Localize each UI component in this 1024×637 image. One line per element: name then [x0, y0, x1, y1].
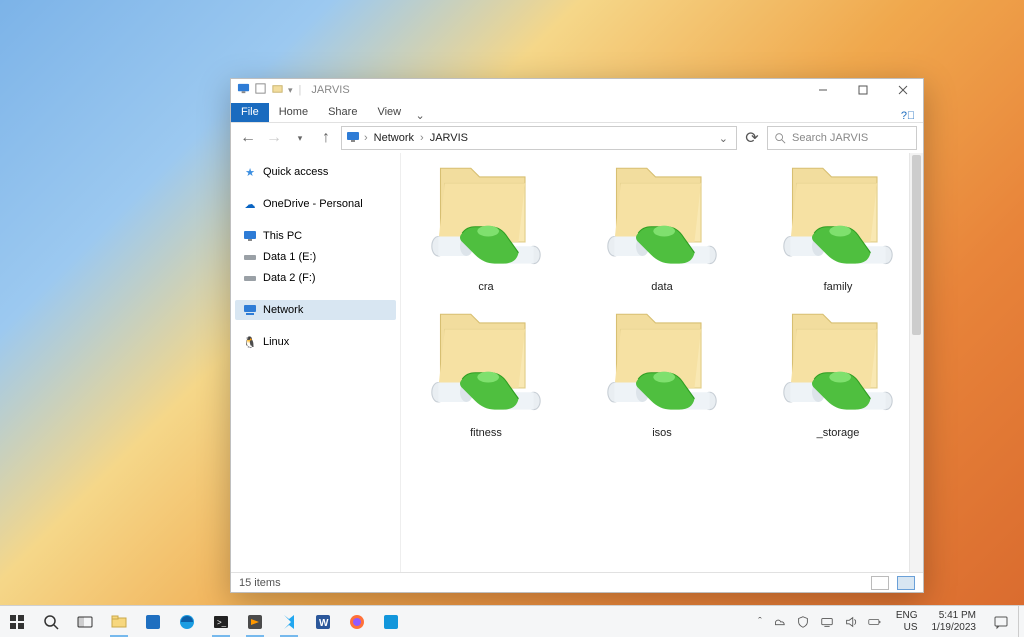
taskbar-edge[interactable]: [170, 606, 204, 637]
search-button[interactable]: [34, 606, 68, 637]
taskbar-firefox[interactable]: [340, 606, 374, 637]
explorer-window: ▾ | JARVIS File Home Share View ⌄ ?⃝ ← →…: [230, 78, 924, 593]
drive-icon: [243, 271, 257, 285]
address-dropdown-icon[interactable]: ⌄: [715, 132, 732, 145]
network-share-icon: [773, 157, 903, 277]
taskbar-terminal[interactable]: >_: [204, 606, 238, 637]
ribbon-expand-icon[interactable]: ⌄: [411, 109, 429, 122]
forward-button[interactable]: →: [263, 127, 285, 149]
taskbar-storeapp[interactable]: [136, 606, 170, 637]
nav-this-pc[interactable]: This PC: [235, 226, 396, 246]
linux-icon: 🐧: [243, 335, 257, 349]
item-label: data: [651, 281, 672, 293]
maximize-button[interactable]: [843, 79, 883, 101]
drive-icon: [243, 250, 257, 264]
svg-text:W: W: [319, 618, 329, 629]
nav-linux[interactable]: 🐧 Linux: [235, 332, 396, 352]
nav-onedrive[interactable]: ☁ OneDrive - Personal: [235, 194, 396, 214]
item-label: fitness: [470, 427, 502, 439]
window-title: JARVIS: [311, 84, 349, 96]
tray-battery-icon[interactable]: [868, 615, 882, 629]
action-center-button[interactable]: [984, 606, 1018, 637]
address-bar[interactable]: › Network › JARVIS ⌄: [341, 126, 737, 150]
help-icon[interactable]: ?⃝: [899, 110, 923, 122]
scrollbar-thumb[interactable]: [912, 155, 921, 335]
item-label: isos: [652, 427, 672, 439]
pc-icon: [243, 229, 257, 243]
tab-home[interactable]: Home: [269, 103, 318, 122]
tab-share[interactable]: Share: [318, 103, 367, 122]
show-desktop-button[interactable]: [1018, 606, 1024, 637]
network-share-icon: [597, 303, 727, 423]
tray-chevron-up-icon[interactable]: ˆ: [758, 616, 762, 628]
breadcrumb-network[interactable]: Network: [372, 132, 416, 144]
status-bar: 15 items: [231, 572, 923, 592]
up-button[interactable]: ↑: [315, 127, 337, 149]
share-item-isos[interactable]: isos: [591, 303, 733, 439]
task-view-button[interactable]: [68, 606, 102, 637]
qat-dropdown-icon[interactable]: ▾: [288, 85, 293, 96]
tab-view[interactable]: View: [367, 103, 411, 122]
qat-properties-icon[interactable]: [254, 82, 267, 98]
nav-data2[interactable]: Data 2 (F:): [235, 268, 396, 288]
share-item-fitness[interactable]: fitness: [415, 303, 557, 439]
share-item-family[interactable]: family: [767, 157, 909, 293]
network-share-icon: [421, 303, 551, 423]
qat-newfolder-icon[interactable]: [271, 82, 284, 98]
minimize-button[interactable]: [803, 79, 843, 101]
start-button[interactable]: [0, 606, 34, 637]
network-share-icon: [597, 157, 727, 277]
network-share-icon: [773, 303, 903, 423]
nav-network[interactable]: Network: [235, 300, 396, 320]
svg-text:>_: >_: [217, 618, 227, 627]
status-text: 15 items: [239, 577, 281, 589]
system-tray[interactable]: ˆ: [750, 615, 890, 629]
tray-onedrive-icon[interactable]: [772, 615, 786, 629]
search-placeholder: Search JARVIS: [792, 132, 868, 144]
taskbar-explorer[interactable]: [102, 606, 136, 637]
nav-pane: ★ Quick access ☁ OneDrive - Personal Thi…: [231, 153, 401, 572]
breadcrumb-jarvis[interactable]: JARVIS: [428, 132, 470, 144]
taskbar-word[interactable]: W: [306, 606, 340, 637]
taskbar-sublime[interactable]: [238, 606, 272, 637]
view-large-icons-button[interactable]: [897, 576, 915, 590]
vertical-scrollbar[interactable]: [909, 153, 923, 572]
tray-defender-icon[interactable]: [796, 615, 810, 629]
address-icon: [346, 130, 360, 147]
share-item-data[interactable]: data: [591, 157, 733, 293]
network-share-icon: [421, 157, 551, 277]
refresh-button[interactable]: ⟳: [741, 127, 763, 149]
share-item-_storage[interactable]: _storage: [767, 303, 909, 439]
cloud-icon: ☁: [243, 197, 257, 211]
nav-data1[interactable]: Data 1 (E:): [235, 247, 396, 267]
star-icon: ★: [243, 165, 257, 179]
close-button[interactable]: [883, 79, 923, 101]
tray-network-icon[interactable]: [820, 615, 834, 629]
titlebar: ▾ | JARVIS: [231, 79, 923, 101]
content-area: cra data family fitness isos _storage: [401, 153, 923, 572]
tab-file[interactable]: File: [231, 103, 269, 122]
search-box[interactable]: Search JARVIS: [767, 126, 917, 150]
nav-quick-access[interactable]: ★ Quick access: [235, 162, 396, 182]
ribbon-tabs: File Home Share View ⌄ ?⃝: [231, 101, 923, 123]
recent-dropdown-icon[interactable]: ▾: [289, 127, 311, 149]
share-item-cra[interactable]: cra: [415, 157, 557, 293]
clock[interactable]: 5:41 PM 1/19/2023: [924, 610, 985, 634]
language-indicator[interactable]: ENG US: [890, 610, 924, 634]
taskbar-app[interactable]: [374, 606, 408, 637]
search-icon: [774, 132, 786, 144]
item-label: family: [824, 281, 853, 293]
taskbar: >_ W ˆ ENG US 5:41 PM 1/19/2023: [0, 605, 1024, 637]
tray-volume-icon[interactable]: [844, 615, 858, 629]
view-details-button[interactable]: [871, 576, 889, 590]
item-label: cra: [478, 281, 493, 293]
address-row: ← → ▾ ↑ › Network › JARVIS ⌄ ⟳ Search JA…: [231, 123, 923, 153]
back-button[interactable]: ←: [237, 127, 259, 149]
window-icon: [237, 82, 250, 98]
item-label: _storage: [817, 427, 860, 439]
network-icon: [243, 303, 257, 317]
taskbar-vscode[interactable]: [272, 606, 306, 637]
